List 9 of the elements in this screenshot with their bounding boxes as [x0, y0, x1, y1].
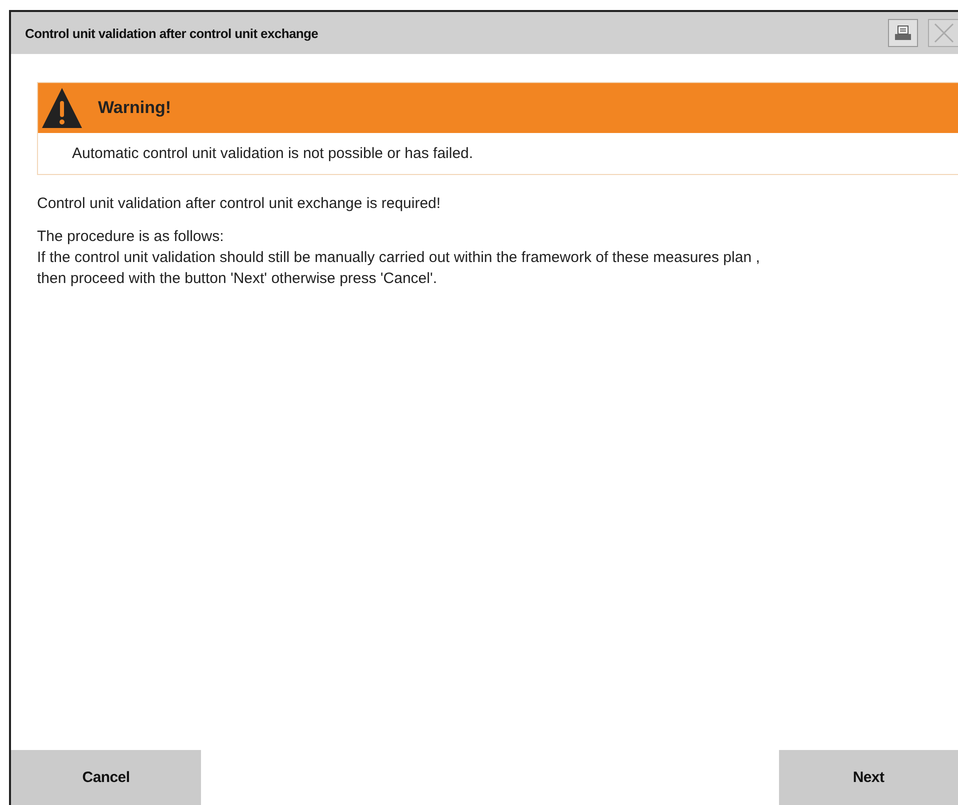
window-title: Control unit validation after control unit exchange	[25, 26, 320, 40]
print-button[interactable]	[888, 19, 918, 47]
instruction-text: The procedure is as follows: If the control unit validation should still be manually carried out within the framework of these measures plan , then proceed with the button 'Next' otherwise press 'Cancel'.	[37, 227, 761, 289]
warning-title: Warning!	[98, 98, 172, 118]
next-button[interactable]: Next	[779, 750, 958, 805]
instruction-text: Control unit validation after control unit exchange is required!	[37, 194, 442, 214]
close-icon	[933, 22, 955, 44]
cancel-button[interactable]: Cancel	[11, 750, 201, 805]
printer-icon	[894, 25, 912, 41]
